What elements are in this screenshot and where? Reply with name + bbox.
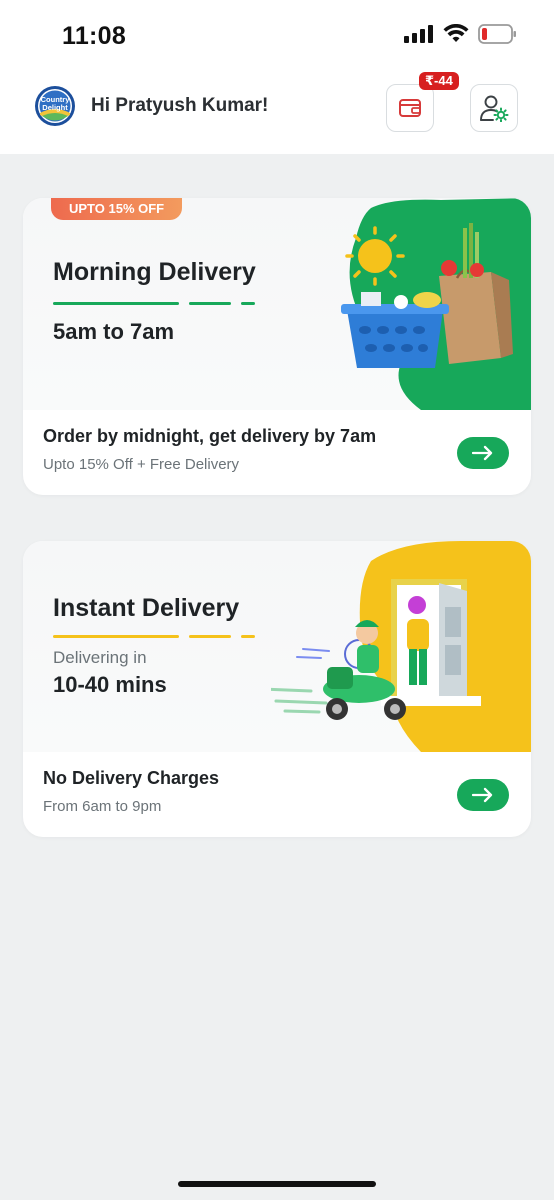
country-delight-logo[interactable]: Country Delight [34, 85, 76, 127]
instant-delivery-card[interactable]: Instant Delivery Delivering in 10-40 min… [23, 541, 531, 837]
wallet-balance-badge: ₹-44 [419, 72, 459, 90]
arrow-right-icon [472, 787, 493, 803]
wallet-button[interactable] [386, 84, 434, 132]
profile-settings-icon [480, 95, 509, 122]
morning-time-window: 5am to 7am [53, 319, 175, 344]
greeting-text: Hi Pratyush Kumar! [91, 95, 269, 116]
morning-delivery-card[interactable]: UPTO 15% OFF Morning Delivery 5am to 7am… [23, 198, 531, 495]
instant-bottom-title: No Delivery Charges [43, 768, 220, 788]
status-bar: 11:08 [0, 0, 554, 64]
morning-delivery-arrow-button[interactable] [457, 437, 509, 469]
cellular-signal-icon [404, 25, 433, 43]
instant-card-hero: Instant Delivery Delivering in 10-40 min… [23, 541, 531, 752]
promo-tag: UPTO 15% OFF [51, 198, 183, 220]
instant-delivery-arrow-button[interactable] [457, 779, 509, 811]
scooter-delivery-illustration [271, 541, 531, 752]
instant-delivery-title: Instant Delivery [53, 594, 240, 622]
grocery-basket-illustration [341, 198, 531, 410]
morning-card-hero: UPTO 15% OFF Morning Delivery 5am to 7am [23, 198, 531, 410]
wallet-icon [399, 99, 421, 117]
instant-delivery-duration: 10-40 mins [53, 672, 167, 697]
arrow-right-icon [472, 445, 493, 461]
app-header: Country Delight Hi Pratyush Kumar! ₹-44 [0, 64, 554, 154]
profile-settings-button[interactable] [470, 84, 518, 132]
home-indicator[interactable] [178, 1181, 376, 1187]
morning-delivery-title: Morning Delivery [53, 258, 256, 286]
morning-bottom-subtitle: Upto 15% Off + Free Delivery [43, 456, 240, 473]
battery-low-icon [478, 24, 516, 44]
delivering-in-label: Delivering in [53, 648, 147, 667]
morning-title-underline [53, 302, 255, 305]
instant-bottom-subtitle: From 6am to 9pm [43, 798, 162, 815]
status-icons [404, 24, 518, 44]
status-time: 11:08 [62, 22, 127, 50]
instant-title-underline [53, 635, 255, 638]
morning-bottom-title: Order by midnight, get delivery by 7am [43, 426, 377, 446]
logo-text-line2: Delight [42, 103, 68, 112]
wifi-icon [443, 24, 469, 42]
